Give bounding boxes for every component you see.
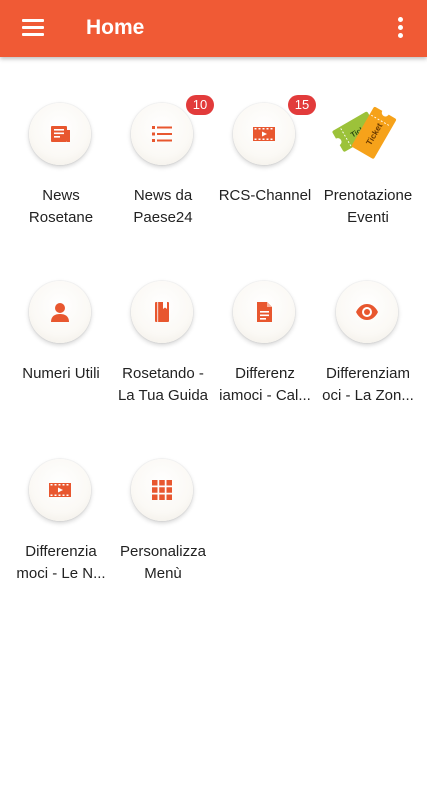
tile-label: News Rosetane bbox=[28, 187, 94, 226]
ticket-icon: Ticket Ticket bbox=[332, 106, 397, 159]
tile-label: Numeri Utili bbox=[22, 365, 100, 382]
app-bar: Home bbox=[0, 0, 427, 57]
document-icon bbox=[257, 302, 272, 322]
tile-numeri-utili[interactable]: Numeri Utili bbox=[9, 281, 113, 431]
icon-circle bbox=[29, 103, 91, 165]
notification-badge: 10 bbox=[186, 95, 214, 115]
grid-icon bbox=[152, 480, 172, 500]
icon-circle bbox=[336, 281, 398, 343]
tile-label: News da Paese24 bbox=[133, 187, 193, 226]
tile-news-da-paese24[interactable]: 10 News da Paese24 bbox=[111, 95, 215, 253]
tile-personalizza-menu[interactable]: Personalizza Menù bbox=[111, 459, 215, 609]
icon-circle bbox=[29, 459, 91, 521]
eye-icon bbox=[356, 304, 378, 320]
film-icon bbox=[253, 127, 275, 141]
icon-circle bbox=[29, 281, 91, 343]
tile-rcs-channel[interactable]: 15 RCS-Channel bbox=[213, 95, 317, 253]
newspaper-icon bbox=[51, 126, 70, 142]
more-vertical-icon[interactable] bbox=[388, 10, 414, 46]
icon-circle bbox=[131, 281, 193, 343]
page-title: Home bbox=[86, 16, 145, 39]
tile-label: Differenziam oci - La Zon... bbox=[322, 365, 414, 404]
tile-label: Differenzia moci - Le N... bbox=[16, 543, 106, 582]
tile-label: Rosetando - La Tua Guida bbox=[117, 365, 209, 404]
notification-badge: 15 bbox=[288, 95, 316, 115]
tile-differenziamoci-calendario[interactable]: Differenz iamoci - Cal... bbox=[213, 281, 317, 431]
icon-circle bbox=[131, 459, 193, 521]
tile-prenotazione-eventi[interactable]: Ticket Ticket Prenotazione Eventi bbox=[316, 103, 420, 253]
film-icon bbox=[49, 483, 71, 497]
tile-label: Prenotazione Eventi bbox=[323, 187, 413, 226]
tile-label: Differenz iamoci - Cal... bbox=[219, 365, 311, 404]
list-icon bbox=[152, 126, 172, 142]
tile-news-rosetane[interactable]: News Rosetane bbox=[9, 103, 113, 253]
tile-differenziamoci-zona[interactable]: Differenziam oci - La Zon... bbox=[316, 281, 420, 431]
tile-label: RCS-Channel bbox=[218, 187, 312, 204]
icon-circle bbox=[131, 103, 193, 165]
tile-label: Personalizza Menù bbox=[120, 543, 206, 582]
book-icon bbox=[155, 302, 169, 322]
icon-circle bbox=[233, 281, 295, 343]
icon-circle bbox=[233, 103, 295, 165]
hamburger-menu-icon[interactable] bbox=[14, 12, 52, 44]
tile-rosetando-guida[interactable]: Rosetando - La Tua Guida bbox=[111, 281, 215, 431]
tile-differenziamoci-news[interactable]: Differenzia moci - Le N... bbox=[9, 459, 113, 609]
person-icon bbox=[51, 303, 69, 322]
